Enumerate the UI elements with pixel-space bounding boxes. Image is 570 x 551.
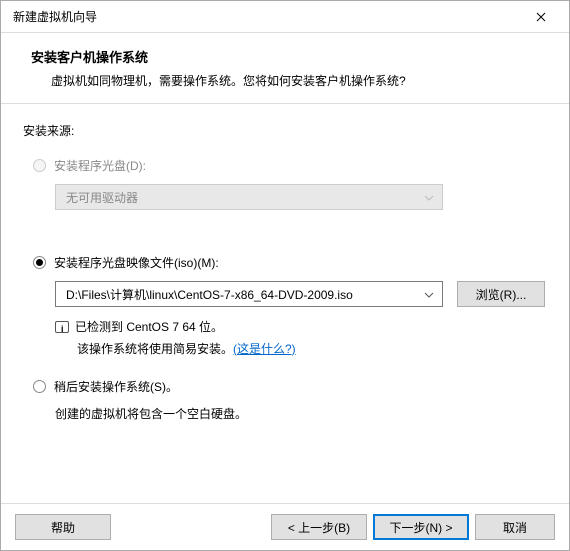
radio-iso-label: 安装程序光盘映像文件(iso)(M): [54, 254, 219, 271]
back-button[interactable]: < 上一步(B) [271, 514, 367, 540]
header-title: 安装客户机操作系统 [31, 47, 545, 66]
iso-path-dropdown[interactable]: D:\Files\计算机\linux\CentOS-7-x86_64-DVD-2… [55, 281, 443, 307]
option-later: 稍后安装操作系统(S)。 创建的虚拟机将包含一个空白硬盘。 [23, 378, 547, 422]
source-label: 安装来源: [23, 122, 547, 139]
cancel-button[interactable]: 取消 [475, 514, 555, 540]
footer: 帮助 < 上一步(B) 下一步(N) > 取消 [1, 503, 569, 550]
chevron-down-icon[interactable] [424, 287, 434, 301]
detected-text: 已检测到 CentOS 7 64 位。 [75, 320, 223, 334]
info-icon [55, 321, 69, 333]
wizard-header: 安装客户机操作系统 虚拟机如同物理机，需要操作系统。您将如何安装客户机操作系统? [1, 33, 569, 104]
chevron-down-icon [424, 190, 434, 204]
browse-button[interactable]: 浏览(R)... [457, 281, 545, 307]
radio-disc [33, 159, 46, 172]
disc-dropdown-value: 无可用驱动器 [66, 189, 138, 206]
radio-disc-label: 安装程序光盘(D): [54, 157, 146, 174]
whats-this-link[interactable]: (这是什么?) [233, 342, 296, 356]
radio-iso[interactable] [33, 256, 46, 269]
help-button[interactable]: 帮助 [15, 514, 111, 540]
window-title: 新建虚拟机向导 [13, 8, 521, 25]
radio-later[interactable] [33, 380, 46, 393]
titlebar: 新建虚拟机向导 [1, 1, 569, 33]
header-subtitle: 虚拟机如同物理机，需要操作系统。您将如何安装客户机操作系统? [31, 72, 545, 89]
content-area: 安装来源: 安装程序光盘(D): 无可用驱动器 安装程序光盘映像文件(iso)(… [1, 104, 569, 503]
option-iso: 安装程序光盘映像文件(iso)(M): D:\Files\计算机\linux\C… [23, 254, 547, 360]
radio-later-label: 稍后安装操作系统(S)。 [54, 378, 178, 395]
iso-info: 已检测到 CentOS 7 64 位。 该操作系统将使用简易安装。(这是什么?) [23, 317, 547, 360]
option-disc: 安装程序光盘(D): 无可用驱动器 [23, 157, 547, 210]
next-button[interactable]: 下一步(N) > [373, 514, 469, 540]
disc-dropdown: 无可用驱动器 [55, 184, 443, 210]
easy-install-text: 该操作系统将使用简易安装。 [77, 342, 233, 356]
iso-path-value: D:\Files\计算机\linux\CentOS-7-x86_64-DVD-2… [66, 286, 353, 303]
close-icon[interactable] [521, 2, 561, 32]
later-hint: 创建的虚拟机将包含一个空白硬盘。 [23, 405, 547, 422]
